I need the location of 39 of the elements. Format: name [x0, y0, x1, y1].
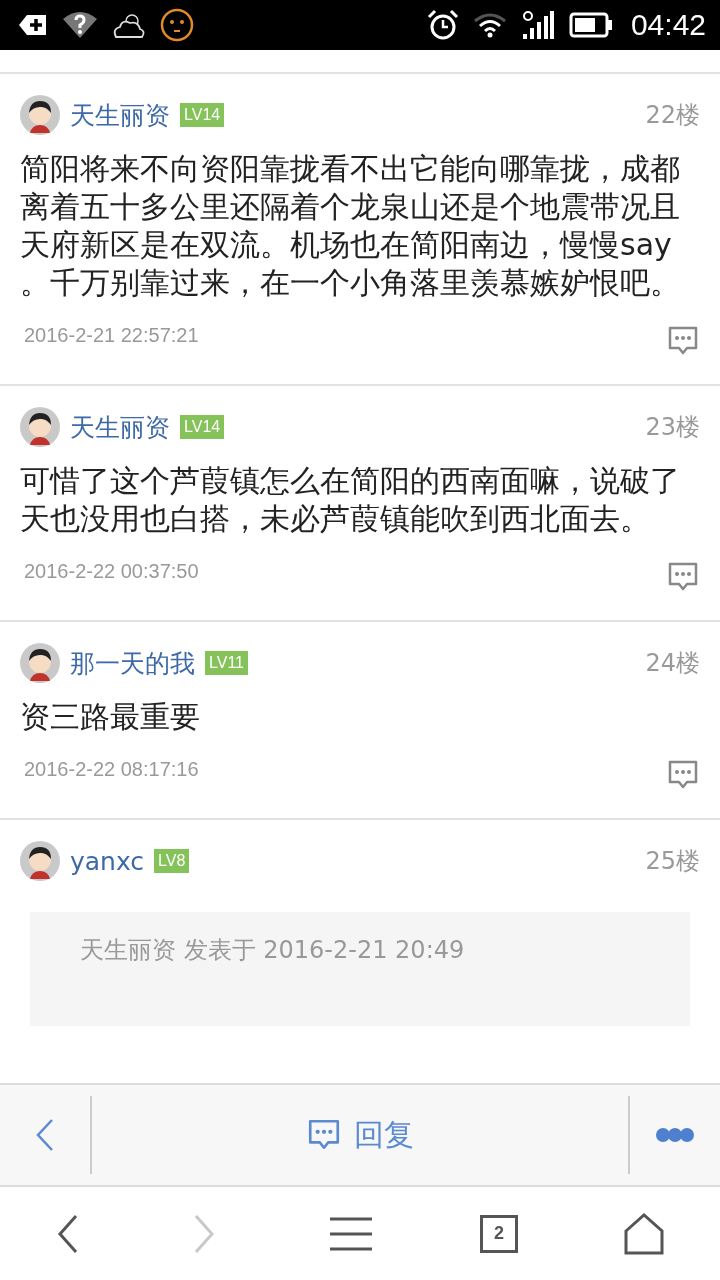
post-text: 简阳将来不向资阳靠拢看不出它能向哪靠拢，成都离着五十多公里还隔着个龙泉山还是个地震带况且天府新区是在双流。机场也在简阳南边，慢慢say 。千万别靠过来，在一个小角落里羡慕嫉妒恨吧。 [20, 150, 681, 302]
username[interactable]: 那一天的我 [70, 646, 195, 680]
wifi-question-icon [62, 11, 98, 39]
floor-number: 25楼 [645, 846, 700, 877]
post-text: 资三路最重要 [20, 698, 201, 736]
username[interactable]: 天生丽资 [70, 410, 170, 444]
floor-number: 22楼 [645, 100, 700, 131]
quote-header: 天生丽资 发表于 2016-2-21 20:49 [80, 935, 466, 966]
post-text: 可惜了这个芦葭镇怎么在简阳的西南面嘛，说破了天也没用也白搭，未必芦葭镇能吹到西北面去。 [20, 462, 681, 538]
home-icon [624, 1212, 664, 1255]
floor-number: 24楼 [645, 648, 700, 679]
tab-count-button[interactable]: 2 [480, 1214, 518, 1253]
username[interactable]: 天生丽资 [70, 98, 170, 132]
weather-icon [112, 11, 146, 39]
dots-icon [655, 1127, 695, 1143]
level-badge: LV11 [205, 651, 248, 675]
chevron-right-icon [192, 1213, 216, 1254]
username[interactable]: yanxc [70, 846, 145, 876]
post-time: 2016-2-21 22:57:21 [24, 324, 199, 347]
chevron-left-icon [35, 1118, 55, 1152]
notification-icon [18, 14, 48, 36]
battery-icon [568, 12, 613, 38]
chevron-left-icon [56, 1213, 80, 1254]
clock-time: 04:42 [630, 8, 706, 42]
avatar [20, 841, 60, 881]
avatar [20, 95, 60, 135]
level-badge: LV14 [180, 103, 225, 127]
avatar [20, 407, 60, 447]
post-time: 2016-2-22 00:37:50 [24, 560, 199, 583]
level-badge: LV8 [154, 849, 190, 873]
face-icon [160, 8, 194, 42]
post-time: 2016-2-22 08:17:16 [24, 758, 199, 781]
menu-icon [328, 1215, 374, 1252]
level-badge: LV14 [180, 415, 225, 439]
alarm-icon [426, 9, 459, 41]
signal-icon [520, 10, 555, 40]
floor-number: 23楼 [645, 412, 700, 443]
wifi-icon [472, 12, 507, 38]
avatar [20, 643, 60, 683]
